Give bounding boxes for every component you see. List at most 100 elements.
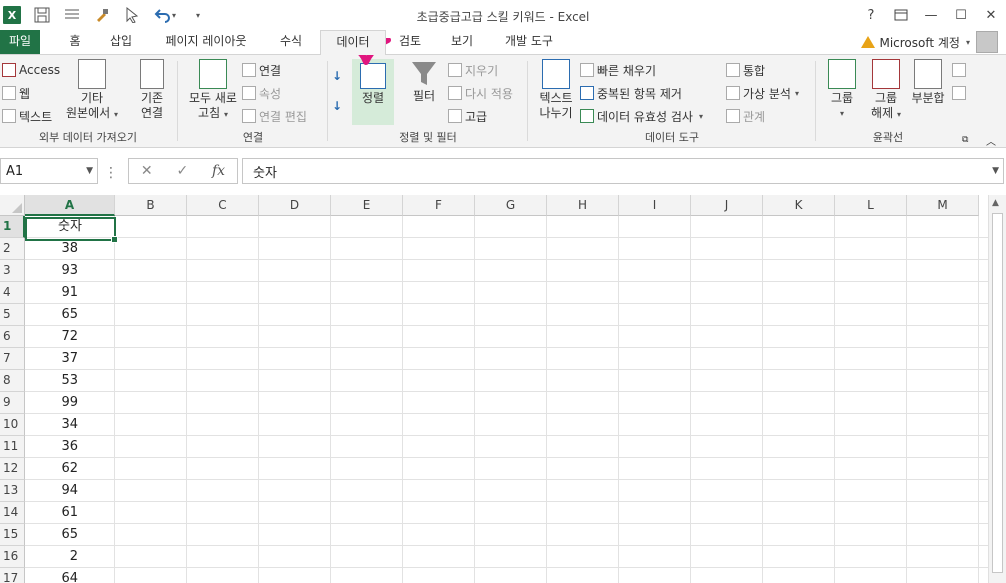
cell-a6[interactable]: 72 xyxy=(26,326,114,348)
outline-dialog-launcher-icon[interactable]: ⧉ xyxy=(962,129,968,151)
cancel-formula-button[interactable]: ✕ xyxy=(141,163,153,179)
advanced-filter-button[interactable]: 고급 xyxy=(448,105,487,127)
text-to-columns-button[interactable]: 텍스트 나누기 xyxy=(532,59,580,121)
tab-data[interactable]: 데이터 xyxy=(320,30,386,55)
maximize-button[interactable]: ☐ xyxy=(946,4,976,26)
hide-detail-button[interactable] xyxy=(952,82,969,104)
cell-a8[interactable]: 53 xyxy=(26,370,114,392)
from-other-sources-button[interactable]: 기타 원본에서 ▾ xyxy=(60,59,124,122)
column-header-j[interactable]: J xyxy=(691,195,763,216)
reapply-button[interactable]: 다시 적용 xyxy=(448,82,513,104)
cell-a3[interactable]: 93 xyxy=(26,260,114,282)
column-header-a[interactable]: A xyxy=(25,195,115,216)
row-header-15[interactable]: 15 xyxy=(0,524,25,546)
flash-fill-button[interactable]: 빠른 채우기 xyxy=(580,59,656,81)
existing-connections-button[interactable]: 기존 연결 xyxy=(130,59,174,121)
row-header-7[interactable]: 7 xyxy=(0,348,25,370)
column-header-c[interactable]: C xyxy=(187,195,259,216)
row-header-17[interactable]: 17 xyxy=(0,568,25,583)
cell-a14[interactable]: 61 xyxy=(26,502,114,524)
cell-a5[interactable]: 65 xyxy=(26,304,114,326)
ungroup-button[interactable]: 그룹 해제 ▾ xyxy=(866,59,906,122)
data-validation-button[interactable]: 데이터 유효성 검사 ▾ xyxy=(580,105,703,127)
scrollbar-thumb[interactable] xyxy=(992,213,1003,573)
name-box[interactable]: A1 ▼ xyxy=(0,158,98,184)
edit-links-button[interactable]: 연결 편집 xyxy=(242,105,307,127)
cell-a10[interactable]: 34 xyxy=(26,414,114,436)
column-header-e[interactable]: E xyxy=(331,195,403,216)
clear-filter-button[interactable]: 지우기 xyxy=(448,59,498,81)
from-web-button[interactable]: 웹 xyxy=(2,82,30,104)
row-header-3[interactable]: 3 xyxy=(0,260,25,282)
cell-a15[interactable]: 65 xyxy=(26,524,114,546)
row-header-5[interactable]: 5 xyxy=(0,304,25,326)
row-header-13[interactable]: 13 xyxy=(0,480,25,502)
subtotal-button[interactable]: 부분합 xyxy=(908,59,948,106)
column-header-i[interactable]: I xyxy=(619,195,691,216)
cell-a16[interactable]: 2 xyxy=(26,546,114,568)
help-button[interactable]: ? xyxy=(856,4,886,26)
column-header-g[interactable]: G xyxy=(475,195,547,216)
formula-bar-grip-icon[interactable]: ⋮ xyxy=(104,165,118,181)
cell-a4[interactable]: 91 xyxy=(26,282,114,304)
row-header-6[interactable]: 6 xyxy=(0,326,25,348)
column-header-h[interactable]: H xyxy=(547,195,619,216)
refresh-all-button[interactable]: 모두 새로 고침 ▾ xyxy=(182,59,244,122)
sort-descending-button[interactable]: ↓ xyxy=(332,95,342,117)
column-header-f[interactable]: F xyxy=(403,195,475,216)
connections-button[interactable]: 연결 xyxy=(242,59,281,81)
row-header-10[interactable]: 10 xyxy=(0,414,25,436)
tab-developer[interactable]: 개발 도구 xyxy=(494,30,564,54)
from-access-button[interactable]: Access xyxy=(2,59,60,81)
filter-button[interactable]: 필터 xyxy=(404,59,444,104)
column-header-m[interactable]: M xyxy=(907,195,979,216)
from-text-button[interactable]: 텍스트 xyxy=(2,105,52,127)
close-button[interactable]: ✕ xyxy=(976,4,1006,26)
row-header-16[interactable]: 16 xyxy=(0,546,25,568)
ribbon-display-button[interactable] xyxy=(886,4,916,26)
row-header-11[interactable]: 11 xyxy=(0,436,25,458)
row-header-14[interactable]: 14 xyxy=(0,502,25,524)
cell-a2[interactable]: 38 xyxy=(26,238,114,260)
tab-view[interactable]: 보기 xyxy=(440,30,484,54)
row-header-4[interactable]: 4 xyxy=(0,282,25,304)
group-button[interactable]: 그룹 ▾ xyxy=(820,59,864,121)
column-header-l[interactable]: L xyxy=(835,195,907,216)
tab-page-layout[interactable]: 페이지 레이아웃 xyxy=(150,30,262,54)
tab-formulas[interactable]: 수식 xyxy=(270,30,312,54)
formula-input[interactable]: 숫자 ▼ xyxy=(242,158,1004,184)
row-header-2[interactable]: 2 xyxy=(0,238,25,260)
select-all-button[interactable] xyxy=(0,195,25,216)
tab-insert[interactable]: 삽입 xyxy=(102,30,140,54)
insert-function-button[interactable]: fx xyxy=(212,163,225,179)
cell-a11[interactable]: 36 xyxy=(26,436,114,458)
cell-a7[interactable]: 37 xyxy=(26,348,114,370)
scroll-up-icon[interactable]: ▲ xyxy=(992,198,999,208)
remove-duplicates-button[interactable]: 중복된 항목 제거 xyxy=(580,82,682,104)
tab-file[interactable]: 파일 xyxy=(0,30,40,54)
spreadsheet-grid[interactable]: A B C D E F G H I J K L M 1 숫자 2 38 3 93 4 91 5 65 6 72 7 37 8 53 9 99… xyxy=(0,195,988,583)
row-header-1[interactable]: 1 xyxy=(0,216,25,238)
properties-button[interactable]: 속성 xyxy=(242,82,281,104)
what-if-analysis-button[interactable]: 가상 분석 ▾ xyxy=(726,82,799,104)
cell-a9[interactable]: 99 xyxy=(26,392,114,414)
show-detail-button[interactable] xyxy=(952,59,969,81)
consolidate-button[interactable]: 통합 xyxy=(726,59,765,81)
expand-formula-bar-icon[interactable]: ▼ xyxy=(992,166,999,176)
cell-a17[interactable]: 64 xyxy=(26,568,114,583)
column-header-b[interactable]: B xyxy=(115,195,187,216)
enter-formula-button[interactable]: ✓ xyxy=(176,163,188,179)
tab-review[interactable]: 검토 xyxy=(390,30,430,54)
row-header-12[interactable]: 12 xyxy=(0,458,25,480)
column-header-k[interactable]: K xyxy=(763,195,835,216)
relationships-button[interactable]: 관계 xyxy=(726,105,765,127)
cell-a12[interactable]: 62 xyxy=(26,458,114,480)
account-area[interactable]: Microsoft 계정 ▾ xyxy=(861,30,998,54)
sort-ascending-button[interactable]: ↓ xyxy=(332,65,342,87)
vertical-scrollbar[interactable]: ▲ xyxy=(988,195,1006,583)
tab-home[interactable]: 홈 xyxy=(58,30,92,54)
row-header-8[interactable]: 8 xyxy=(0,370,25,392)
cell-a13[interactable]: 94 xyxy=(26,480,114,502)
column-header-d[interactable]: D xyxy=(259,195,331,216)
minimize-button[interactable]: — xyxy=(916,4,946,26)
